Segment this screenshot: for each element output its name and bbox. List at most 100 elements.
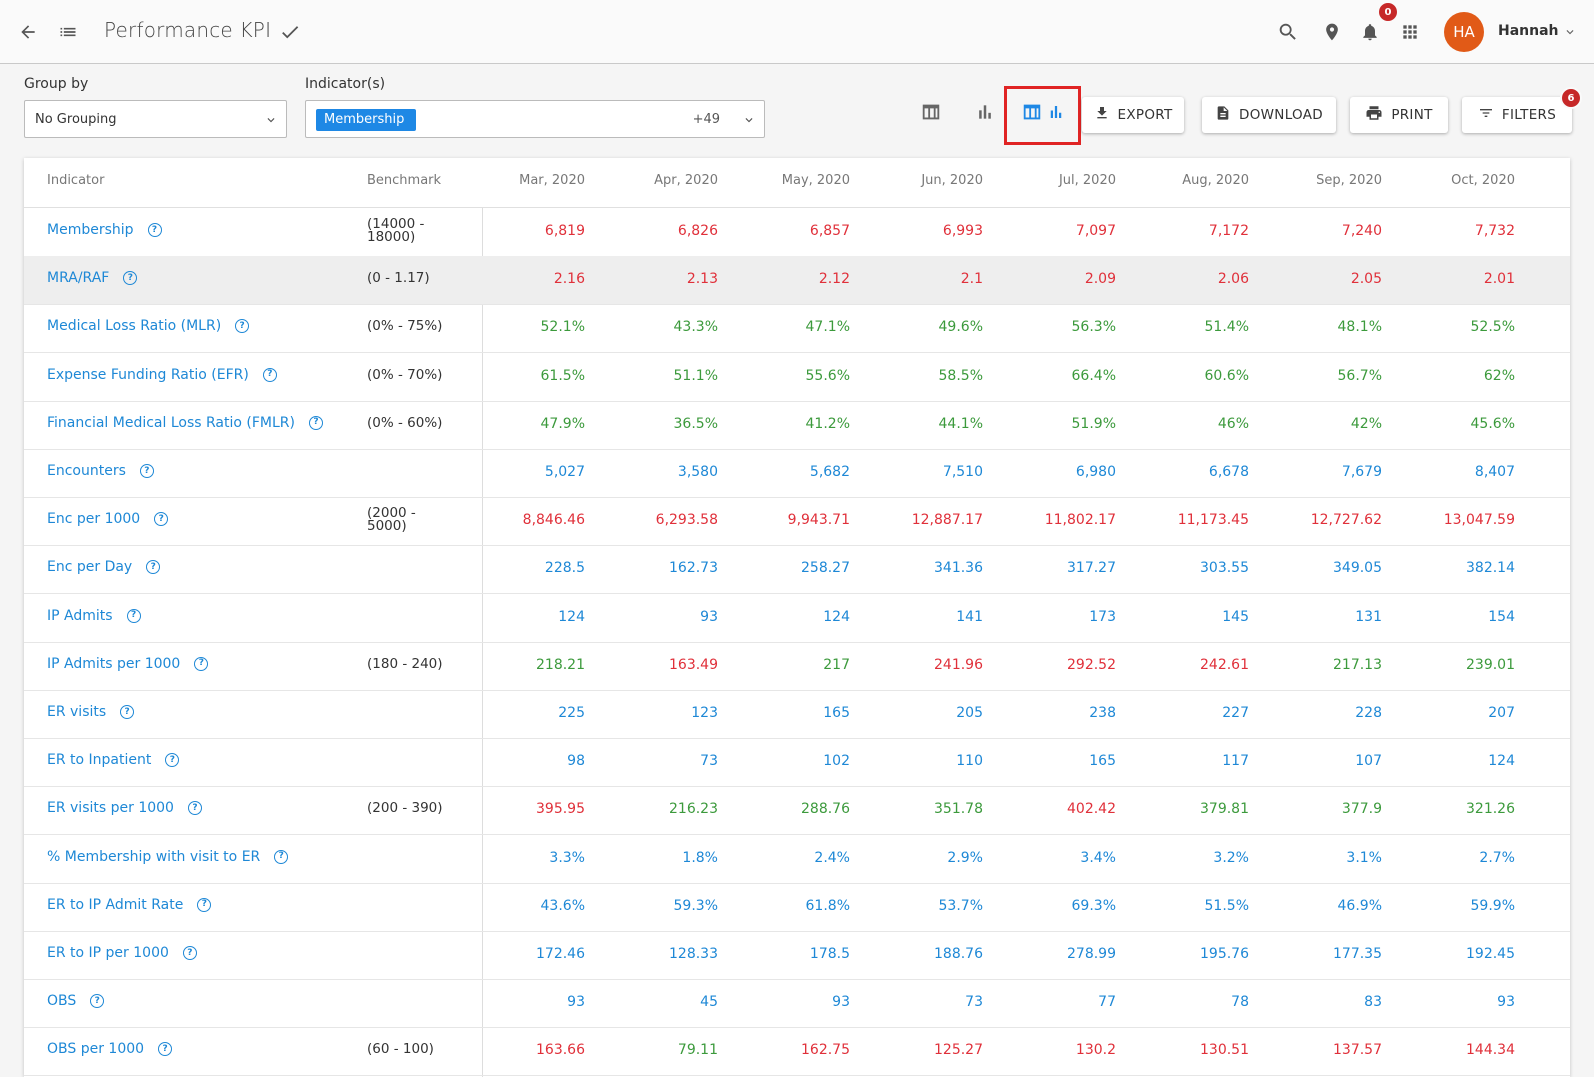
- apps-grid-icon[interactable]: [1398, 0, 1422, 64]
- table-row[interactable]: IP Admits per 1000? (180 - 240) 218.21 163.…: [24, 642, 1570, 691]
- help-icon[interactable]: ?: [165, 753, 180, 768]
- avatar[interactable]: HA: [1444, 12, 1484, 52]
- indicator-name[interactable]: OBS: [47, 993, 76, 1009]
- table-row[interactable]: ER to IP per 1000? 172.46 128.33 178.5 188.7…: [24, 931, 1570, 980]
- help-icon[interactable]: ?: [154, 512, 169, 527]
- indicator-name[interactable]: Enc per 1000: [47, 511, 140, 527]
- table-row[interactable]: MRA/RAF? (0 - 1.17) 2.16 2.13 2.12 2.1 2.09 2.0…: [24, 256, 1570, 306]
- help-icon[interactable]: ?: [123, 271, 138, 286]
- indicator-link[interactable]: % Membership with visit to ER?: [47, 849, 289, 865]
- help-icon[interactable]: ?: [235, 319, 250, 334]
- export-button[interactable]: EXPORT: [1082, 97, 1184, 133]
- download-button[interactable]: DOWNLOAD: [1202, 97, 1336, 133]
- header-benchmark[interactable]: Benchmark: [367, 173, 441, 188]
- print-button[interactable]: PRINT: [1350, 97, 1448, 133]
- indicator-link[interactable]: OBS per 1000?: [47, 1041, 173, 1057]
- indicator-name[interactable]: Medical Loss Ratio (MLR): [47, 318, 221, 334]
- indicator-link[interactable]: Financial Medical Loss Ratio (FMLR)?: [47, 415, 323, 431]
- table-row[interactable]: Encounters? 5,027 3,580 5,682 7,510 6,980 6,67…: [24, 449, 1570, 498]
- table-row[interactable]: Enc per 1000? (2000 - 5000) 8,846.46 6,293.…: [24, 497, 1570, 547]
- indicator-link[interactable]: ER visits per 1000?: [47, 800, 202, 816]
- indicator-name[interactable]: % Membership with visit to ER: [47, 849, 260, 865]
- help-icon[interactable]: ?: [158, 1042, 173, 1057]
- table-row[interactable]: Enc per Day? 228.5 162.73 258.27 341.36 317.2…: [24, 545, 1570, 595]
- check-icon[interactable]: [278, 0, 302, 64]
- help-icon[interactable]: ?: [187, 801, 202, 816]
- table-row[interactable]: % Membership with visit to ER? 3.3% 1.8% 2.…: [24, 835, 1570, 884]
- indicator-name[interactable]: ER to Inpatient: [47, 752, 151, 768]
- indicator-link[interactable]: Medical Loss Ratio (MLR)?: [47, 318, 250, 334]
- indicator-link[interactable]: Enc per 1000?: [47, 511, 169, 527]
- header-month[interactable]: Mar, 2020: [465, 173, 585, 188]
- indicator-link[interactable]: IP Admits per 1000?: [47, 656, 209, 672]
- chevron-down-icon[interactable]: [1562, 0, 1578, 64]
- help-icon[interactable]: ?: [90, 994, 105, 1009]
- indicator-name[interactable]: Encounters: [47, 463, 126, 479]
- indicator-name[interactable]: IP Admits: [47, 608, 113, 624]
- indicator-link[interactable]: Membership?: [47, 222, 162, 238]
- group-by-select[interactable]: No Grouping: [24, 100, 287, 138]
- table-row[interactable]: Financial Medical Loss Ratio (FMLR)? (0% …: [24, 401, 1570, 450]
- indicators-select[interactable]: Membership +49: [305, 100, 765, 138]
- table-row[interactable]: OBS per 1000? (60 - 100) 163.66 79.11 162.75…: [24, 1027, 1570, 1077]
- help-icon[interactable]: ?: [126, 608, 141, 623]
- help-icon[interactable]: ?: [146, 560, 161, 575]
- help-icon[interactable]: ?: [308, 415, 323, 430]
- indicator-link[interactable]: Enc per Day?: [47, 559, 161, 575]
- table-row[interactable]: OBS? 93 45 93 73 77 78 83 93: [24, 979, 1570, 1029]
- header-indicator[interactable]: Indicator: [47, 173, 104, 188]
- table-row[interactable]: Membership? (14000 - 18000) 6,819 6,826 6,85…: [24, 208, 1570, 257]
- header-month[interactable]: Apr, 2020: [598, 173, 718, 188]
- location-pin-icon[interactable]: [1320, 0, 1344, 64]
- indicator-link[interactable]: IP Admits?: [47, 608, 141, 624]
- search-icon[interactable]: [1276, 0, 1300, 64]
- header-month[interactable]: Aug, 2020: [1129, 173, 1249, 188]
- filters-button[interactable]: FILTERS: [1462, 97, 1572, 133]
- indicator-name[interactable]: Financial Medical Loss Ratio (FMLR): [47, 415, 295, 431]
- user-name[interactable]: Hannah: [1498, 23, 1559, 39]
- help-icon[interactable]: ?: [194, 656, 209, 671]
- indicator-name[interactable]: ER to IP per 1000: [47, 945, 169, 961]
- table-row[interactable]: ER to Inpatient? 98 73 102 110 165 117 107 124: [24, 738, 1570, 788]
- indicator-link[interactable]: Encounters?: [47, 463, 154, 479]
- list-icon[interactable]: [56, 0, 80, 64]
- header-month[interactable]: May, 2020: [730, 173, 850, 188]
- indicator-link[interactable]: OBS?: [47, 993, 105, 1009]
- indicator-name[interactable]: IP Admits per 1000: [47, 656, 180, 672]
- chart-view-icon[interactable]: [970, 92, 1000, 132]
- help-icon[interactable]: ?: [274, 849, 289, 864]
- help-icon[interactable]: ?: [147, 223, 162, 237]
- indicator-link[interactable]: ER to Inpatient?: [47, 752, 180, 768]
- indicator-name[interactable]: OBS per 1000: [47, 1041, 144, 1057]
- indicator-name[interactable]: Expense Funding Ratio (EFR): [47, 367, 249, 383]
- table-view-icon[interactable]: [916, 92, 946, 132]
- back-arrow-icon[interactable]: [16, 0, 40, 64]
- indicator-chip[interactable]: Membership: [316, 109, 416, 131]
- table-row[interactable]: ER to IP Admit Rate? 43.6% 59.3% 61.8% 53.7%…: [24, 883, 1570, 932]
- indicator-link[interactable]: Expense Funding Ratio (EFR)?: [47, 367, 277, 383]
- indicator-name[interactable]: ER visits: [47, 704, 106, 720]
- table-row[interactable]: ER visits per 1000? (200 - 390) 395.95 216.…: [24, 786, 1570, 836]
- header-month[interactable]: Jun, 2020: [863, 173, 983, 188]
- header-month[interactable]: Sep, 2020: [1262, 173, 1382, 188]
- indicator-link[interactable]: ER visits?: [47, 704, 135, 720]
- indicator-name[interactable]: ER to IP Admit Rate: [47, 897, 183, 913]
- table-row[interactable]: IP Admits? 124 93 124 141 173 145 131 154: [24, 594, 1570, 643]
- indicator-name[interactable]: Enc per Day: [47, 559, 132, 575]
- help-icon[interactable]: ?: [182, 946, 197, 960]
- indicator-link[interactable]: MRA/RAF?: [47, 270, 138, 286]
- table-row[interactable]: ER visits? 225 123 165 205 238 227 228 207: [24, 690, 1570, 739]
- indicator-name[interactable]: MRA/RAF: [47, 270, 109, 286]
- indicator-link[interactable]: ER to IP per 1000?: [47, 945, 197, 961]
- table-row[interactable]: Expense Funding Ratio (EFR)? (0% - 70%) 61…: [24, 353, 1570, 402]
- help-icon[interactable]: ?: [139, 464, 154, 478]
- help-icon[interactable]: ?: [262, 367, 277, 382]
- indicator-name[interactable]: Membership: [47, 222, 134, 238]
- indicator-name[interactable]: ER visits per 1000: [47, 800, 174, 816]
- header-month[interactable]: Jul, 2020: [996, 173, 1116, 188]
- help-icon[interactable]: ?: [197, 897, 212, 912]
- help-icon[interactable]: ?: [120, 705, 135, 719]
- indicator-link[interactable]: ER to IP Admit Rate?: [47, 897, 212, 913]
- header-month[interactable]: Oct, 2020: [1395, 173, 1515, 188]
- table-row[interactable]: Medical Loss Ratio (MLR)? (0% - 75%) 52.1%…: [24, 304, 1570, 354]
